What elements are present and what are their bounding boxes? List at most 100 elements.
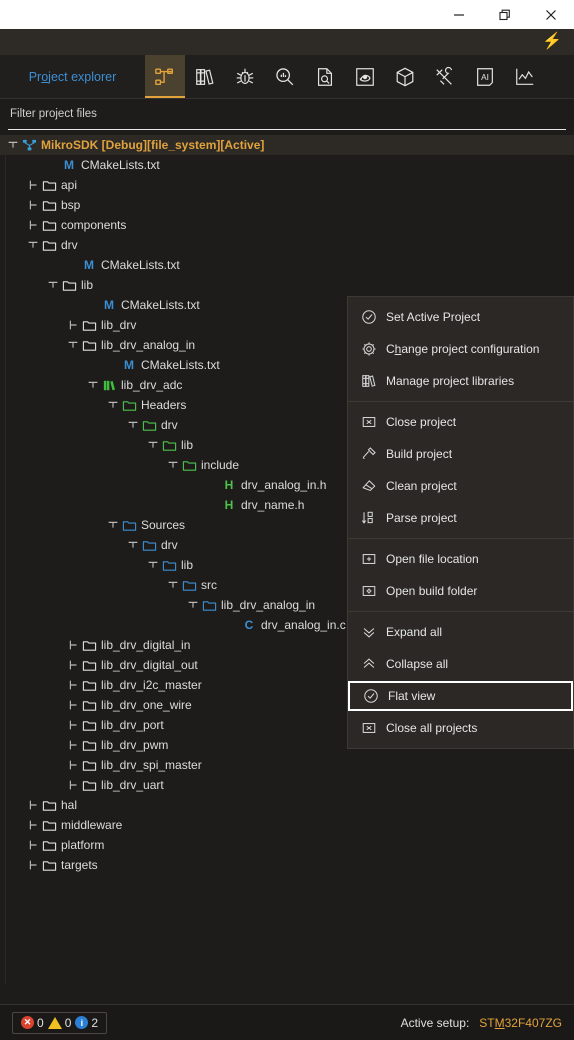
active-setup-value[interactable]: STM32F407ZG xyxy=(479,1016,562,1030)
collapse-twisty-icon[interactable] xyxy=(126,538,140,552)
expand-twisty-icon[interactable] xyxy=(66,738,80,752)
tree-row[interactable]: M CMakeLists.txt xyxy=(0,155,574,175)
menu-item-label: Parse project xyxy=(386,511,457,525)
gear-icon xyxy=(356,341,382,357)
chevrons-up-icon xyxy=(356,656,382,672)
menu-item[interactable]: Close all projects xyxy=(348,712,573,744)
expand-twisty-icon[interactable] xyxy=(26,798,40,812)
collapse-twisty-icon[interactable] xyxy=(166,458,180,472)
menu-item[interactable]: Set Active Project xyxy=(348,301,573,333)
tree-row-label: Headers xyxy=(141,398,187,412)
expand-twisty-icon[interactable] xyxy=(26,858,40,872)
menu-item[interactable]: Change project configuration xyxy=(348,333,573,365)
tree-row[interactable]: lib_drv_uart xyxy=(0,775,574,795)
collapse-twisty-icon[interactable] xyxy=(66,338,80,352)
restore-button[interactable] xyxy=(482,0,528,29)
menu-item-label: Expand all xyxy=(386,625,443,639)
expand-twisty-icon[interactable] xyxy=(66,638,80,652)
tree-row[interactable]: lib xyxy=(0,275,574,295)
panel-title-pre: Pr xyxy=(28,69,42,84)
tree-row-project-root[interactable]: MikroSDK [Debug][file_system][Active] xyxy=(0,135,574,155)
menu-item[interactable]: Open build folder xyxy=(348,575,573,607)
active-setup-pre: ST xyxy=(479,1015,495,1030)
tree-row[interactable]: platform xyxy=(0,835,574,855)
message-counters[interactable]: ✕ 0 0 i 2 xyxy=(12,1011,108,1034)
expand-twisty-icon[interactable] xyxy=(26,218,40,232)
tree-row[interactable]: M CMakeLists.txt xyxy=(0,255,574,275)
tree-row[interactable]: components xyxy=(0,215,574,235)
collapse-twisty-icon[interactable] xyxy=(6,138,20,152)
menu-item[interactable]: Expand all xyxy=(348,616,573,648)
toolbar-package-manager[interactable] xyxy=(385,55,425,98)
tree-row[interactable]: lib_drv_spi_master xyxy=(0,755,574,775)
books-icon xyxy=(356,373,382,389)
collapse-twisty-icon[interactable] xyxy=(86,378,100,392)
toolbar-ai-assistant[interactable]: AI xyxy=(465,55,505,98)
collapse-twisty-icon[interactable] xyxy=(46,278,60,292)
collapse-twisty-icon[interactable] xyxy=(26,238,40,252)
tree-row-label: CMakeLists.txt xyxy=(141,358,220,372)
toolbar-file-preview[interactable] xyxy=(305,55,345,98)
folder-white xyxy=(80,758,98,773)
toolbar-tools[interactable] xyxy=(425,55,465,98)
project-context-menu[interactable]: Set Active Project Change project configu… xyxy=(347,296,574,749)
expand-twisty-icon[interactable] xyxy=(26,818,40,832)
collapse-twisty-icon[interactable] xyxy=(166,578,180,592)
tree-row[interactable]: bsp xyxy=(0,195,574,215)
collapse-twisty-icon[interactable] xyxy=(146,558,160,572)
expand-twisty-icon[interactable] xyxy=(26,198,40,212)
tree-row[interactable]: middleware xyxy=(0,815,574,835)
tree-row-label: CMakeLists.txt xyxy=(101,258,180,272)
tree-row-label: lib xyxy=(181,558,194,572)
toolbar-debugger[interactable] xyxy=(225,55,265,98)
expand-twisty-icon[interactable] xyxy=(66,758,80,772)
expand-twisty-icon[interactable] xyxy=(66,718,80,732)
expand-twisty-icon[interactable] xyxy=(66,318,80,332)
collapse-twisty-icon[interactable] xyxy=(146,438,160,452)
menu-item[interactable]: Build project xyxy=(348,438,573,470)
toolbar-chart[interactable] xyxy=(505,55,545,98)
filter-row xyxy=(0,99,574,135)
warning-counter[interactable]: 0 xyxy=(47,1016,71,1030)
close-button[interactable] xyxy=(528,0,574,29)
expand-twisty-icon[interactable] xyxy=(66,778,80,792)
folder-white xyxy=(40,238,58,253)
tree-row-label: lib_drv_port xyxy=(101,718,164,732)
tree-row-label: hal xyxy=(61,798,78,812)
tree-row[interactable]: drv xyxy=(0,235,574,255)
expand-twisty-icon[interactable] xyxy=(66,678,80,692)
expand-twisty-icon[interactable] xyxy=(66,698,80,712)
tree-row-label: api xyxy=(61,178,78,192)
menu-item[interactable]: Flat view xyxy=(348,681,573,711)
expand-twisty-icon[interactable] xyxy=(26,838,40,852)
csource-icon: C xyxy=(244,618,254,632)
menu-item[interactable]: Manage project libraries xyxy=(348,365,573,397)
menu-separator xyxy=(348,611,573,612)
tree-row[interactable]: targets xyxy=(0,855,574,875)
expand-twisty-icon[interactable] xyxy=(26,178,40,192)
minimize-button[interactable] xyxy=(436,0,482,29)
collapse-twisty-icon[interactable] xyxy=(106,398,120,412)
folder-white xyxy=(40,218,58,233)
info-counter[interactable]: i 2 xyxy=(75,1016,98,1030)
toolbar-project-explorer[interactable] xyxy=(145,55,185,98)
lightning-bolt-icon[interactable]: ⚡ xyxy=(542,34,562,50)
menu-item[interactable]: Collapse all xyxy=(348,648,573,680)
error-counter[interactable]: ✕ 0 xyxy=(21,1016,44,1030)
folder-white xyxy=(80,718,98,733)
menu-item[interactable]: Parse project xyxy=(348,502,573,534)
collapse-twisty-icon[interactable] xyxy=(186,598,200,612)
collapse-twisty-icon[interactable] xyxy=(106,518,120,532)
toolbar-search[interactable] xyxy=(265,55,305,98)
tree-row[interactable]: hal xyxy=(0,795,574,815)
error-icon: ✕ xyxy=(21,1016,34,1029)
folder-green xyxy=(180,458,198,473)
expand-twisty-icon[interactable] xyxy=(66,658,80,672)
menu-item[interactable]: Open file location xyxy=(348,543,573,575)
menu-item[interactable]: Clean project xyxy=(348,470,573,502)
collapse-twisty-icon[interactable] xyxy=(126,418,140,432)
toolbar-library-manager[interactable] xyxy=(185,55,225,98)
toolbar-target[interactable] xyxy=(345,55,385,98)
tree-row[interactable]: api xyxy=(0,175,574,195)
menu-item[interactable]: Close project xyxy=(348,406,573,438)
